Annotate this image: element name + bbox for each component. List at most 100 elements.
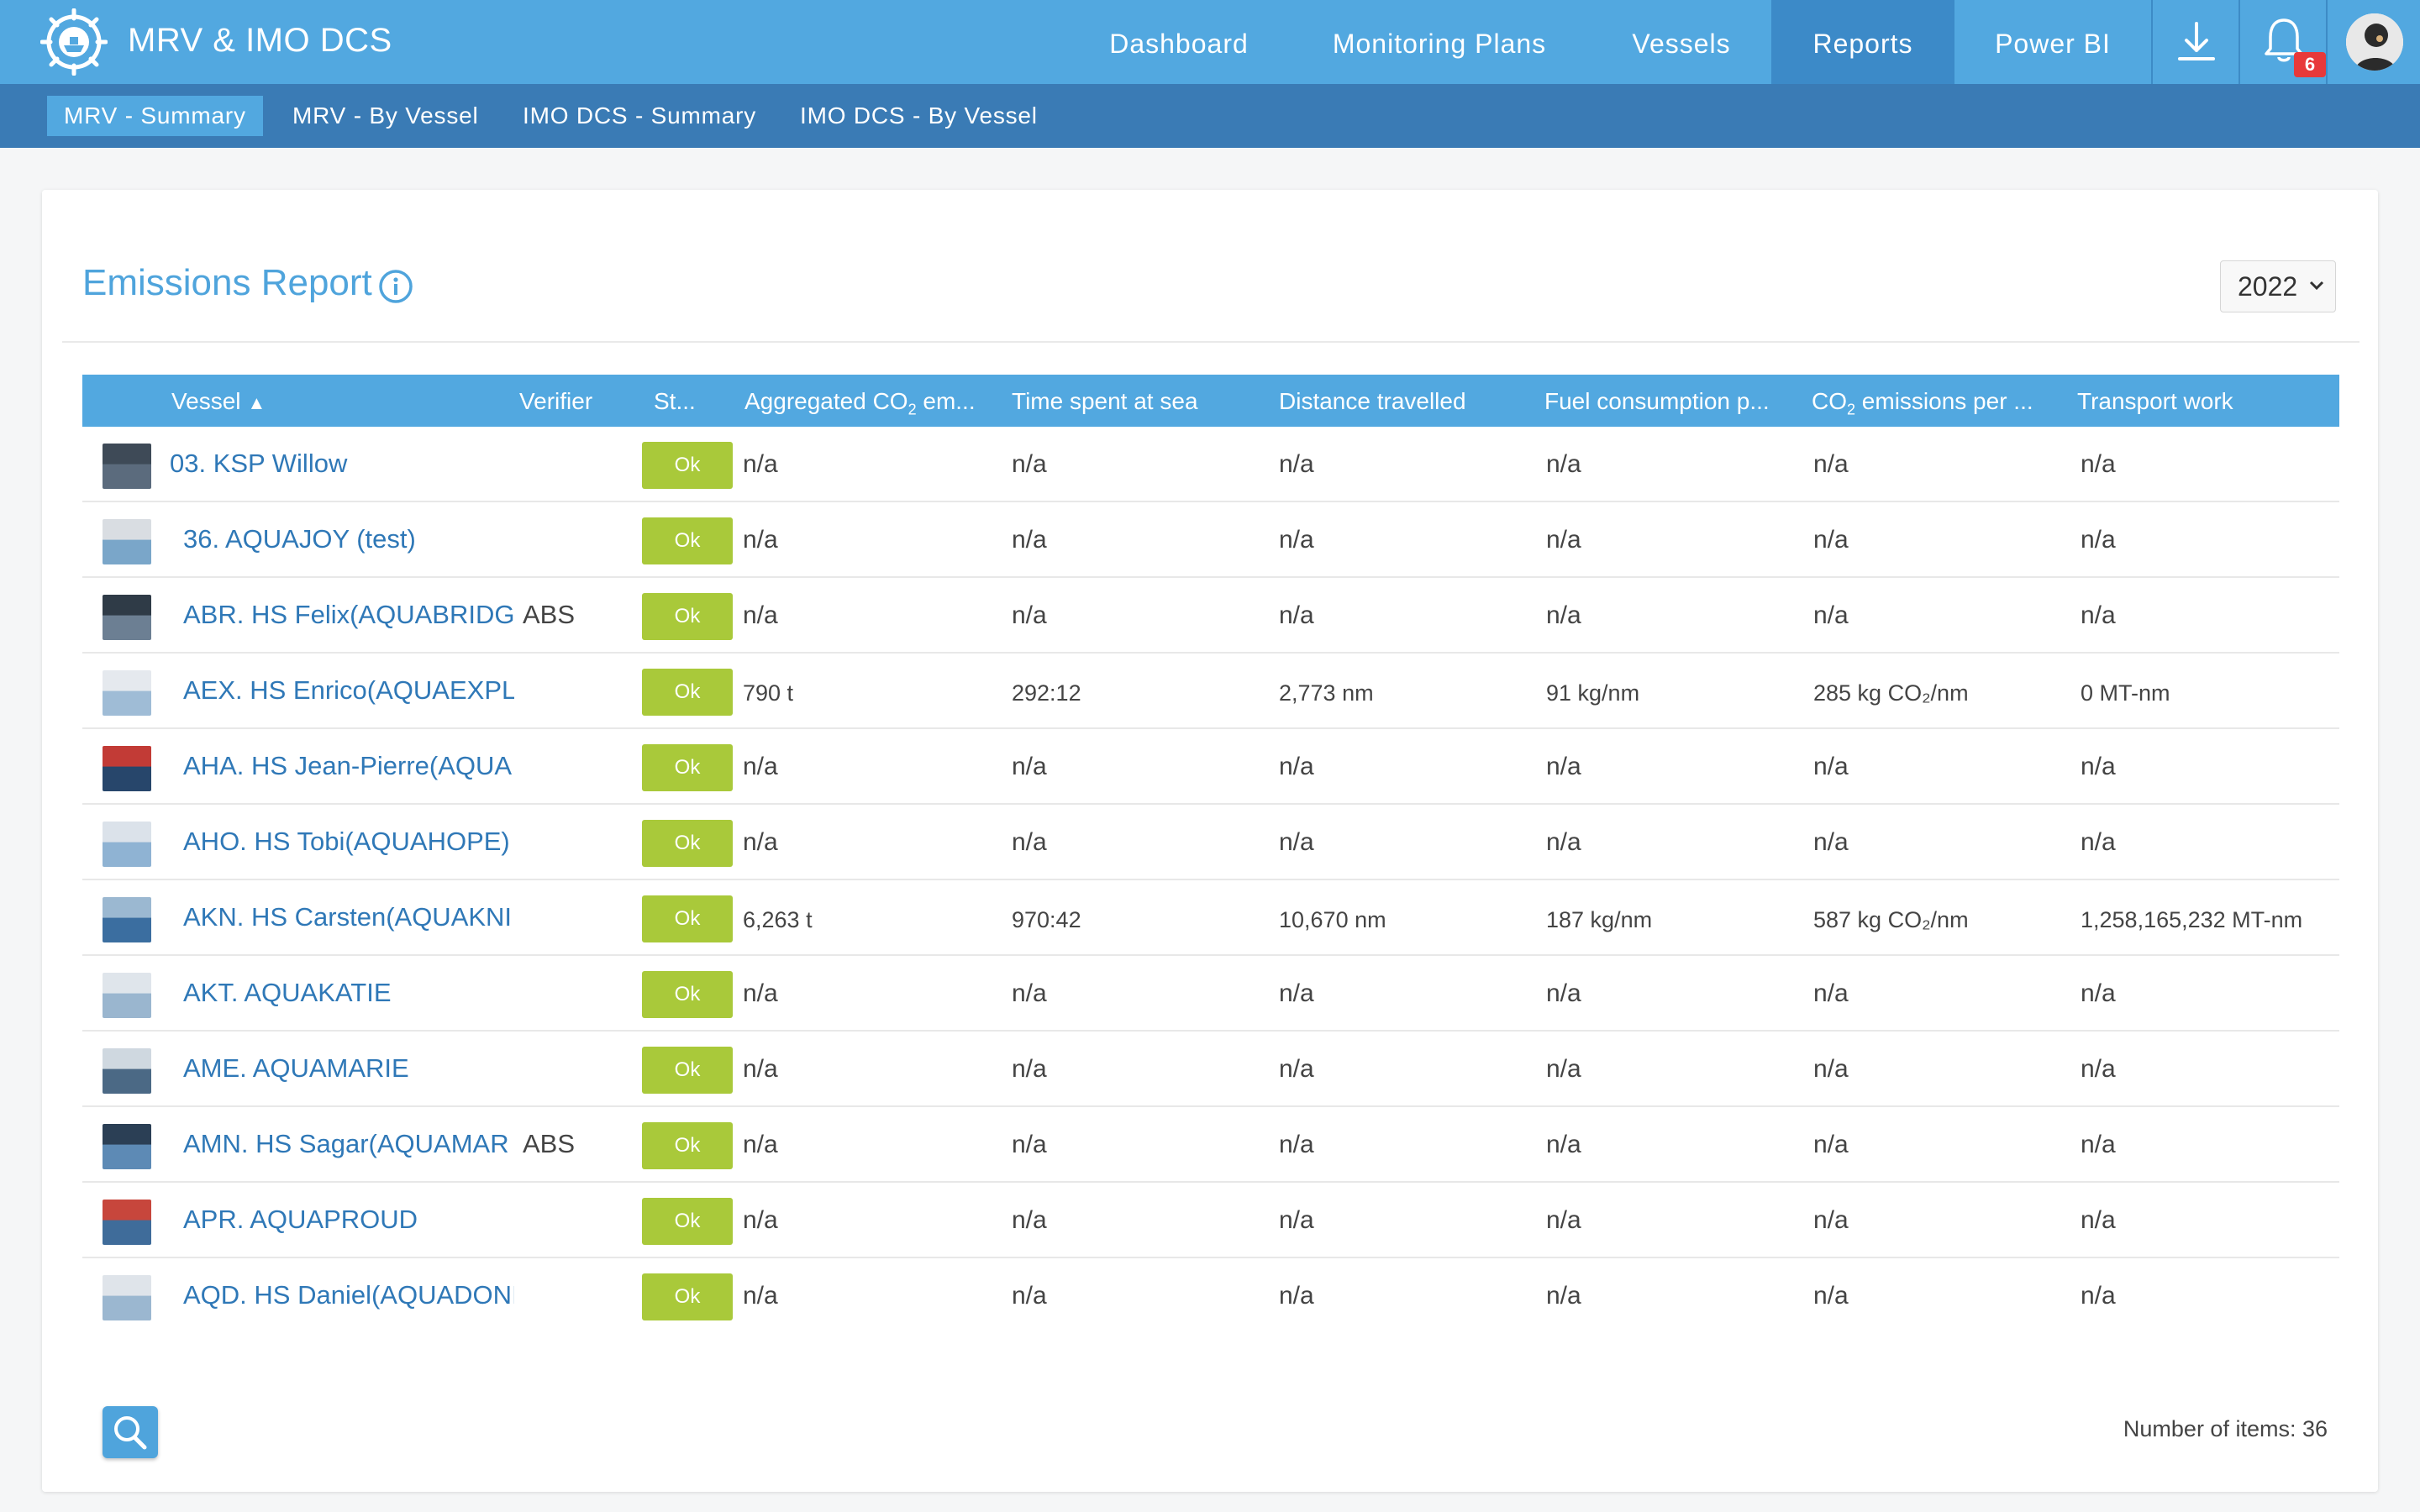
table-row[interactable]: AKN. HS Carsten(AQUAKNI Ok 6,263 t 970:42 10…: [82, 880, 2339, 956]
nav-dashboard[interactable]: Dashboard: [1092, 0, 1265, 84]
subtab-imo-dcs-summary[interactable]: IMO DCS - Summary: [506, 96, 773, 136]
vessel-thumbnail: [103, 595, 151, 640]
year-select-value: 2022: [2238, 271, 2298, 302]
status-badge: Ok: [642, 1047, 733, 1094]
subtab-mrv-by-vessel[interactable]: MRV - By Vessel: [276, 96, 496, 136]
cell-fuel: n/a: [1546, 1282, 1581, 1310]
table-row[interactable]: 36. AQUAJOY (test) Ok n/a n/a n/a n/a n/a n/a: [82, 502, 2339, 578]
nav-monitoring-plans[interactable]: Monitoring Plans: [1311, 0, 1568, 84]
vessel-name-link[interactable]: AKN. HS Carsten(AQUAKNI: [183, 902, 514, 932]
cell-co2per: n/a: [1813, 979, 1849, 1007]
nav-vessels[interactable]: Vessels: [1612, 0, 1751, 84]
col-header-fuel[interactable]: Fuel consumption p...: [1544, 375, 1788, 427]
sort-ascending-icon: ▲: [247, 392, 266, 413]
cell-distance: 2,773 nm: [1279, 680, 1374, 706]
cell-distance: n/a: [1279, 601, 1314, 629]
cell-co2per: 587 kg CO₂/nm: [1813, 907, 1969, 932]
cell-time: n/a: [1012, 450, 1047, 478]
user-avatar[interactable]: [2346, 13, 2403, 71]
cell-transport: n/a: [2081, 450, 2116, 478]
col-header-verifier[interactable]: Verifier: [519, 375, 592, 427]
col-header-time-at-sea[interactable]: Time spent at sea: [1012, 375, 1198, 427]
table-row[interactable]: AHA. HS Jean-Pierre(AQUA Ok n/a n/a n/a n/a n/…: [82, 729, 2339, 805]
vessel-thumbnail: [103, 973, 151, 1018]
year-select[interactable]: 2022: [2220, 260, 2336, 312]
table-row[interactable]: AQD. HS Daniel(AQUADONI Ok n/a n/a n/a n/a n/a…: [82, 1258, 2339, 1324]
vessel-thumbnail: [103, 1048, 151, 1094]
vessel-name-link[interactable]: AQD. HS Daniel(AQUADONI: [183, 1280, 514, 1310]
col-header-transport-work[interactable]: Transport work: [2077, 375, 2233, 427]
cell-co2: n/a: [743, 828, 778, 856]
cell-transport: 0 MT-nm: [2081, 680, 2170, 706]
table-row[interactable]: AMN. HS Sagar(AQUAMAR ABS Ok n/a n/a n/a n/a n/…: [82, 1107, 2339, 1183]
verifier-value: ABS: [523, 1129, 576, 1158]
top-navbar: MRV & IMO DCS Dashboard Monitoring Plans…: [0, 0, 2420, 84]
cell-distance: 10,670 nm: [1279, 907, 1386, 932]
col-header-vessel[interactable]: Vessel ▲: [171, 375, 266, 427]
cell-transport: n/a: [2081, 979, 2116, 1007]
table-row[interactable]: AHO. HS Tobi(AQUAHOPE) Ok n/a n/a n/a n/a n/a n…: [82, 805, 2339, 880]
divider: [62, 341, 2360, 343]
cell-time: n/a: [1012, 1055, 1047, 1083]
cell-transport: n/a: [2081, 828, 2116, 856]
nav-power-bi[interactable]: Power BI: [1954, 0, 2151, 84]
table-row[interactable]: AEX. HS Enrico(AQUAEXPL Ok 790 t 292:12 2,77…: [82, 654, 2339, 729]
col-co2per-subscript: 2: [1847, 401, 1856, 418]
vessel-name-link[interactable]: AME. AQUAMARIE: [183, 1053, 514, 1084]
search-button[interactable]: [103, 1406, 158, 1458]
cell-time: n/a: [1012, 1131, 1047, 1158]
cell-co2: n/a: [743, 1206, 778, 1234]
vessel-thumbnail: [103, 1275, 151, 1320]
cell-co2: n/a: [743, 1282, 778, 1310]
vessel-thumbnail: [103, 746, 151, 791]
cell-fuel: n/a: [1546, 753, 1581, 780]
status-badge: Ok: [642, 517, 733, 564]
vessel-name-link[interactable]: APR. AQUAPROUD: [183, 1205, 514, 1235]
cell-distance: n/a: [1279, 1131, 1314, 1158]
report-subnav: MRV - Summary MRV - By Vessel IMO DCS - …: [0, 84, 2420, 148]
status-badge: Ok: [642, 1122, 733, 1169]
cell-co2per: n/a: [1813, 828, 1849, 856]
col-header-status[interactable]: St...: [654, 375, 696, 427]
col-header-aggregated-co2[interactable]: Aggregated CO2 em...: [744, 375, 980, 427]
search-icon: [114, 1416, 147, 1450]
cell-fuel: 91 kg/nm: [1546, 680, 1640, 706]
cell-fuel: n/a: [1546, 979, 1581, 1007]
status-badge: Ok: [642, 1273, 733, 1320]
vessel-name-link[interactable]: 03. KSP Willow: [170, 449, 523, 479]
table-row[interactable]: ABR. HS Felix(AQUABRIDGI ABS Ok n/a n/a n/a n/…: [82, 578, 2339, 654]
cell-co2per: n/a: [1813, 1206, 1849, 1234]
subtab-imo-dcs-by-vessel[interactable]: IMO DCS - By Vessel: [783, 96, 1055, 136]
col-header-distance[interactable]: Distance travelled: [1279, 375, 1466, 427]
nav-reports[interactable]: Reports: [1771, 0, 1954, 84]
vessel-thumbnail: [103, 1200, 151, 1245]
table-row[interactable]: AME. AQUAMARIE Ok n/a n/a n/a n/a n/a n/a: [82, 1032, 2339, 1107]
vessel-name-link[interactable]: AHO. HS Tobi(AQUAHOPE): [183, 827, 514, 857]
cell-transport: 1,258,165,232 MT-nm: [2081, 907, 2303, 932]
nav-separator: [2326, 0, 2328, 84]
cell-time: 292:12: [1012, 680, 1081, 706]
cell-co2: n/a: [743, 753, 778, 780]
subtab-mrv-summary[interactable]: MRV - Summary: [47, 96, 263, 136]
cell-distance: n/a: [1279, 1282, 1314, 1310]
info-icon[interactable]: [378, 269, 413, 304]
vessel-name-link[interactable]: AKT. AQUAKATIE: [183, 978, 514, 1008]
download-button[interactable]: [2153, 0, 2240, 84]
cell-co2per: n/a: [1813, 1282, 1849, 1310]
vessel-name-link[interactable]: 36. AQUAJOY (test): [183, 524, 514, 554]
table-row[interactable]: APR. AQUAPROUD Ok n/a n/a n/a n/a n/a n/a: [82, 1183, 2339, 1258]
vessel-name-link[interactable]: AEX. HS Enrico(AQUAEXPL: [183, 675, 514, 706]
vessel-name-link[interactable]: AMN. HS Sagar(AQUAMAR: [183, 1129, 514, 1159]
table-row[interactable]: AKT. AQUAKATIE Ok n/a n/a n/a n/a n/a n/a: [82, 956, 2339, 1032]
cell-distance: n/a: [1279, 828, 1314, 856]
col-header-co2-per[interactable]: CO2 emissions per ...: [1812, 375, 2055, 427]
table-row[interactable]: 03. KSP Willow Ok n/a n/a n/a n/a n/a n/a: [82, 427, 2339, 502]
vessel-name-link[interactable]: ABR. HS Felix(AQUABRIDGI: [183, 600, 514, 630]
cell-time: 970:42: [1012, 907, 1081, 932]
vessel-name-link[interactable]: AHA. HS Jean-Pierre(AQUA: [183, 751, 514, 781]
cell-co2: n/a: [743, 526, 778, 554]
cell-co2per: n/a: [1813, 450, 1849, 478]
status-badge: Ok: [642, 744, 733, 791]
cell-fuel: n/a: [1546, 601, 1581, 629]
cell-co2per: n/a: [1813, 1055, 1849, 1083]
